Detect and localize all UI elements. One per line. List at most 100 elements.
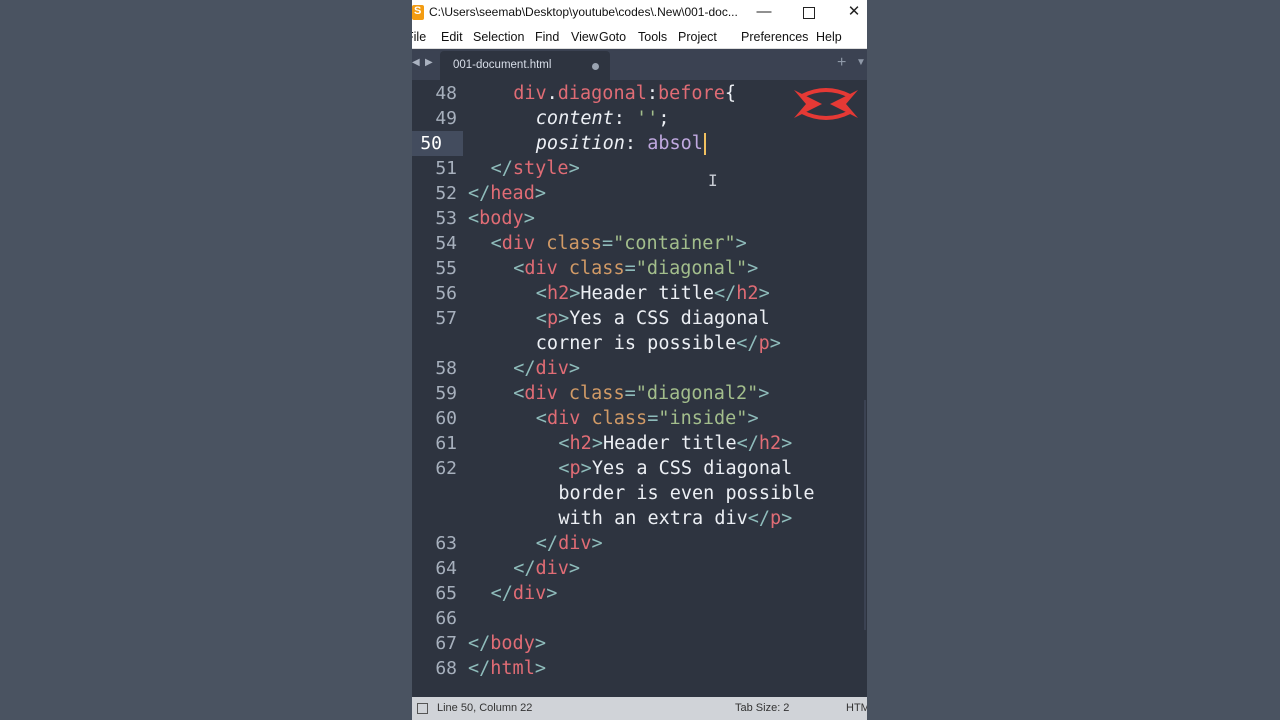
code-token: >	[534, 183, 546, 204]
code-token: div	[524, 258, 569, 279]
code-token: before	[658, 83, 725, 104]
code-line[interactable]: content: '';	[536, 106, 670, 131]
tab-size[interactable]: Tab Size: 2	[735, 702, 789, 714]
text-caret	[703, 133, 706, 155]
code-token: div	[512, 583, 547, 604]
code-line[interactable]: </html>	[468, 656, 546, 681]
code-line[interactable]: div.diagonal:before{	[513, 81, 736, 106]
line-number	[412, 481, 457, 506]
code-token: >	[747, 408, 759, 429]
menu-view[interactable]: View	[571, 30, 598, 44]
menu-find[interactable]: Find	[535, 30, 559, 44]
menu-bar: File Edit Selection Find ViewGoto Tools Projec…	[412, 26, 867, 49]
tab-next-icon[interactable]: ▶	[425, 57, 433, 68]
tab-label: 001-document.html	[453, 59, 552, 71]
code-line[interactable]: <div class="inside">	[536, 406, 759, 431]
line-number: 60	[435, 408, 457, 429]
code-line[interactable]: <div class="diagonal2">	[513, 381, 769, 406]
code-line[interactable]: </head>	[468, 181, 546, 206]
code-line[interactable]: <div class="diagonal">	[513, 256, 758, 281]
code-token: ''	[636, 108, 659, 129]
code-token: >	[758, 383, 770, 404]
code-line[interactable]: <h2>Header title</h2>	[536, 281, 770, 306]
code-token: >	[591, 533, 603, 554]
code-line[interactable]: position: absol	[536, 131, 706, 156]
code-line[interactable]: <body>	[468, 206, 535, 231]
code-token: <	[513, 258, 525, 279]
window-title: C:\Users\seemab\Desktop\youtube\codes\.N…	[429, 5, 738, 19]
code-token: </	[513, 358, 536, 379]
code-line[interactable]: </body>	[468, 631, 546, 656]
code-line[interactable]: border is even possible	[558, 481, 814, 506]
code-token: >	[591, 433, 603, 454]
tab-dropdown-icon[interactable]: ▼	[856, 57, 866, 68]
menu-edit[interactable]: Edit	[441, 30, 463, 44]
code-editor[interactable]: 48 49 50 51 52 53 54 55 56 57 58 59 60 61 62 63 64 65 66 67…	[412, 80, 867, 697]
code-token: ;	[658, 108, 670, 129]
close-button[interactable]: ✕	[834, 0, 867, 26]
code-line[interactable]: </div>	[513, 356, 580, 381]
code-line[interactable]: </div>	[491, 581, 558, 606]
text-cursor-icon: Ι	[708, 171, 718, 190]
new-tab-icon[interactable]: +	[837, 54, 846, 72]
syntax-mode[interactable]: HTM	[846, 702, 867, 714]
code-token: h2	[546, 283, 570, 304]
code-token: border is even possible	[558, 483, 815, 504]
code-token: body	[490, 633, 535, 654]
status-bar: Line 50, Column 22 Tab Size: 2 HTM	[412, 697, 867, 720]
code-token: h2	[758, 433, 782, 454]
code-token: <	[535, 408, 547, 429]
title-bar: C:\Users\seemab\Desktop\youtube\codes\.N…	[412, 0, 867, 26]
scrollbar[interactable]	[864, 400, 866, 630]
menu-tools[interactable]: Tools	[638, 30, 667, 44]
tab-prev-icon[interactable]: ◀	[412, 57, 420, 68]
line-number: 52	[435, 183, 457, 204]
panel-toggle-icon[interactable]	[417, 703, 428, 714]
code-token: >	[568, 558, 581, 579]
menu-file[interactable]: File	[412, 30, 426, 44]
code-token: >	[534, 633, 546, 654]
tab-001-document[interactable]: 001-document.html	[440, 51, 610, 80]
code-token: </	[747, 508, 771, 529]
code-token: >	[546, 583, 558, 604]
code-token: </	[468, 633, 491, 654]
code-line[interactable]: corner is possible</p>	[536, 331, 781, 356]
code-token: </	[714, 283, 737, 304]
code-line[interactable]: </div>	[536, 531, 603, 556]
menu-preferences[interactable]: Preferences	[741, 30, 808, 44]
menu-selection[interactable]: Selection	[473, 30, 524, 44]
unsaved-dot-icon[interactable]	[592, 63, 599, 70]
line-number: 63	[435, 533, 457, 554]
code-line[interactable]: <div class="container">	[491, 231, 747, 256]
code-token: body	[479, 208, 524, 229]
minimize-button[interactable]: —	[744, 0, 784, 26]
channel-logo-icon	[794, 88, 858, 120]
code-token: >	[580, 458, 592, 479]
code-token: >	[558, 308, 570, 329]
menu-goto[interactable]: Goto	[599, 30, 626, 44]
code-token: </	[736, 333, 759, 354]
line-number: 68	[435, 658, 457, 679]
menu-help[interactable]: Help	[816, 30, 842, 44]
maximize-button[interactable]	[789, 0, 829, 26]
code-token: >	[758, 283, 770, 304]
code-line[interactable]: <h2>Header title</h2>	[558, 431, 792, 456]
code-line[interactable]: with an extra div</p>	[558, 506, 792, 531]
code-token: "diagonal2"	[635, 383, 759, 404]
code-token: div	[513, 83, 547, 104]
cursor-position[interactable]: Line 50, Column 22	[437, 702, 532, 714]
code-token: >	[735, 233, 747, 254]
code-token: div	[558, 533, 592, 554]
code-token: :	[613, 108, 637, 129]
code-token: </	[535, 533, 559, 554]
code-token: :	[624, 133, 648, 154]
code-line[interactable]: <p>Yes a CSS diagonal	[558, 456, 792, 481]
code-token: >	[747, 258, 759, 279]
code-token: >	[534, 658, 546, 679]
menu-project[interactable]: Project	[678, 30, 717, 44]
code-line[interactable]: <p>Yes a CSS diagonal	[536, 306, 770, 331]
code-token: corner is possible	[535, 333, 737, 354]
code-line[interactable]: </style>	[491, 156, 580, 181]
code-token: position	[535, 133, 625, 154]
code-line[interactable]: </div>	[513, 556, 580, 581]
